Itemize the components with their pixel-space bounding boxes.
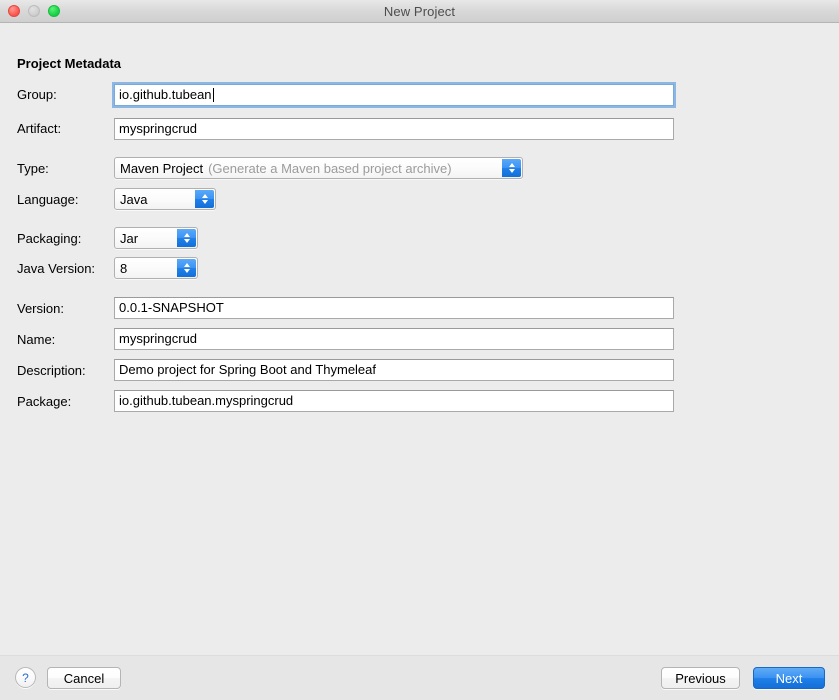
chevron-up-icon	[508, 163, 515, 167]
cancel-button[interactable]: Cancel	[47, 667, 121, 689]
chevron-up-icon	[183, 233, 190, 237]
version-input-value: 0.0.1-SNAPSHOT	[119, 300, 224, 315]
packaging-dropdown[interactable]: Jar	[114, 227, 198, 249]
chevron-down-icon	[183, 239, 190, 243]
version-input[interactable]: 0.0.1-SNAPSHOT	[114, 297, 674, 319]
label-type: Type:	[17, 161, 49, 176]
text-caret	[212, 88, 214, 102]
description-input-value: Demo project for Spring Boot and Thymele…	[119, 362, 377, 377]
window-titlebar: New Project	[0, 0, 839, 23]
label-packaging: Packaging:	[17, 231, 82, 246]
java-version-dropdown-value: 8	[120, 260, 128, 276]
chevron-down-icon	[183, 269, 190, 273]
type-dropdown-hint: (Generate a Maven based project archive)	[208, 160, 452, 176]
java-version-dropdown[interactable]: 8	[114, 257, 198, 279]
label-group: Group:	[17, 87, 57, 102]
new-project-dialog: New Project Project Metadata Group: io.g…	[0, 0, 839, 700]
help-button[interactable]: ?	[15, 667, 36, 688]
package-input-value: io.github.tubean.myspringcrud	[119, 393, 294, 408]
dialog-body: Project Metadata Group: io.github. tubean…	[0, 23, 839, 655]
chevron-up-icon	[183, 263, 190, 267]
package-input[interactable]: io.github.tubean.myspringcrud	[114, 390, 674, 412]
window-title: New Project	[383, 3, 456, 19]
label-version: Version:	[17, 301, 64, 316]
group-input-value-misspelled: tubean	[171, 85, 212, 105]
chevron-updown-icon[interactable]	[195, 190, 214, 208]
chevron-down-icon	[508, 169, 515, 173]
type-dropdown[interactable]: Maven Project (Generate a Maven based pr…	[114, 157, 523, 179]
close-button-icon[interactable]	[8, 5, 20, 17]
next-button[interactable]: Next	[753, 667, 825, 689]
chevron-updown-icon[interactable]	[177, 229, 196, 247]
label-description: Description:	[17, 363, 86, 378]
artifact-input[interactable]: myspringcrud	[114, 118, 674, 140]
language-dropdown-value: Java	[120, 191, 148, 207]
chevron-down-icon	[201, 200, 208, 204]
group-input[interactable]: io.github. tubean	[114, 84, 674, 106]
packaging-dropdown-value: Jar	[120, 230, 139, 246]
description-input[interactable]: Demo project for Spring Boot and Thymele…	[114, 359, 674, 381]
language-dropdown[interactable]: Java	[114, 188, 216, 210]
chevron-updown-icon[interactable]	[502, 159, 521, 177]
window-traffic-lights	[8, 0, 60, 22]
chevron-up-icon	[201, 194, 208, 198]
group-input-value-head: io.github.	[119, 87, 172, 102]
previous-button[interactable]: Previous	[661, 667, 740, 689]
artifact-input-value: myspringcrud	[119, 121, 198, 136]
name-input-value: myspringcrud	[119, 331, 198, 346]
label-language: Language:	[17, 192, 79, 207]
dialog-footer: ? Cancel Previous Next	[0, 655, 839, 700]
section-title-project-metadata: Project Metadata	[17, 56, 122, 71]
minimize-button-icon[interactable]	[28, 5, 40, 17]
label-artifact: Artifact:	[17, 121, 62, 136]
zoom-button-icon[interactable]	[48, 5, 60, 17]
label-java-version: Java Version:	[17, 261, 96, 276]
type-dropdown-value: Maven Project	[120, 160, 204, 176]
label-package: Package:	[17, 394, 72, 409]
chevron-updown-icon[interactable]	[177, 259, 196, 277]
label-name: Name:	[17, 332, 56, 347]
name-input[interactable]: myspringcrud	[114, 328, 674, 350]
